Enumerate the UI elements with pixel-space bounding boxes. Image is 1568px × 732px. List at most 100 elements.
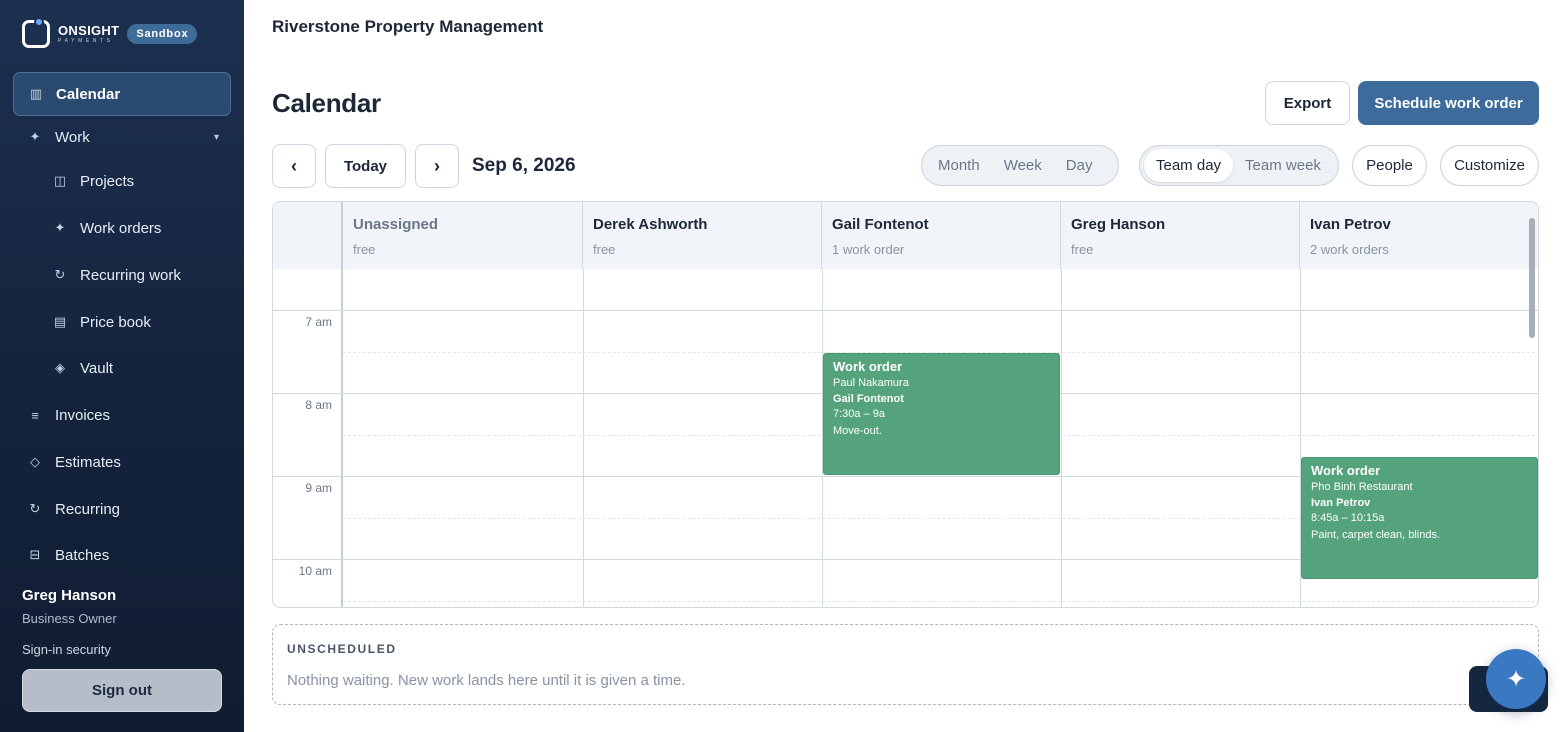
sign-in-security-link[interactable]: Sign-in security xyxy=(22,642,111,657)
view-team-week[interactable]: Team week xyxy=(1233,149,1333,182)
user-role: Business Owner xyxy=(22,611,117,626)
column-divider xyxy=(583,269,584,607)
column-header-gail-fontenot: Gail Fontenot 1 work order xyxy=(822,202,1061,269)
unscheduled-title: UNSCHEDULED xyxy=(287,642,397,656)
brand-sub: PAYMENTS xyxy=(58,38,114,44)
work-order-event[interactable]: Work order Paul Nakamura Gail Fontenot 7… xyxy=(823,353,1060,475)
team-view-switcher: Team day Team week xyxy=(1139,145,1339,186)
sidebar-item-label: Work orders xyxy=(80,219,162,237)
brand-text: ONSIGHT PAYMENTS xyxy=(58,24,119,44)
brand-name: ONSIGHT xyxy=(58,23,120,38)
hour-label: 9 am xyxy=(305,481,332,495)
current-date: Sep 6, 2026 xyxy=(472,155,576,176)
event-title: Work order xyxy=(833,359,903,374)
sidebar-item-label: Vault xyxy=(80,359,114,377)
view-day[interactable]: Day xyxy=(1054,149,1105,182)
time-gutter-header xyxy=(273,202,343,269)
batch-icon: ⊟ xyxy=(29,547,41,562)
sign-out-button[interactable]: Sign out xyxy=(22,669,222,712)
calendar-scrollbar[interactable] xyxy=(1529,218,1535,338)
refresh-icon: ↻ xyxy=(29,501,41,516)
hour-label: 7 am xyxy=(305,315,332,329)
view-month[interactable]: Month xyxy=(926,149,992,182)
column-name: Gail Fontenot xyxy=(832,216,929,233)
sidebar-item-invoices[interactable]: ≡ Invoices xyxy=(13,393,231,437)
event-assignee: Ivan Petrov xyxy=(1311,497,1371,509)
today-button[interactable]: Today xyxy=(325,144,406,188)
list-icon: ▤ xyxy=(53,314,67,329)
sidebar: ONSIGHT PAYMENTS Sandbox ▥ Calendar ✦ Wo… xyxy=(0,0,244,732)
sidebar-item-batches[interactable]: ⊟ Batches xyxy=(13,533,231,577)
user-name: Greg Hanson xyxy=(22,587,117,604)
event-note: Paint, carpet clean, blinds. xyxy=(1311,529,1441,541)
column-status: free xyxy=(593,242,616,257)
column-header-derek-ashworth: Derek Ashworth free xyxy=(583,202,822,269)
time-gutter: 7 am 8 am 9 am 10 am xyxy=(273,269,343,607)
export-button[interactable]: Export xyxy=(1265,81,1350,125)
event-assignee: Gail Fontenot xyxy=(833,393,904,405)
customize-button[interactable]: Customize xyxy=(1440,145,1539,186)
column-name: Greg Hanson xyxy=(1071,216,1166,233)
diamond-outline-icon: ◇ xyxy=(30,454,40,469)
sidebar-item-projects[interactable]: ◫ Projects xyxy=(38,159,231,203)
sidebar-item-vault[interactable]: ◈ Vault xyxy=(38,346,231,390)
diamond-icon: ◈ xyxy=(55,360,65,375)
sidebar-item-calendar[interactable]: ▥ Calendar xyxy=(13,72,231,116)
unscheduled-message: Nothing waiting. New work lands here unt… xyxy=(287,672,686,689)
calendar-icon: ▥ xyxy=(29,86,43,101)
event-customer: Pho Binh Restaurant xyxy=(1311,481,1413,493)
sidebar-item-label: Recurring work xyxy=(80,266,181,284)
sidebar-item-estimates[interactable]: ◇ Estimates xyxy=(13,440,231,484)
people-button[interactable]: People xyxy=(1352,145,1427,186)
chevron-down-icon: ▾ xyxy=(213,131,219,143)
column-name: Unassigned xyxy=(353,216,439,233)
refresh-icon: ↻ xyxy=(54,267,66,282)
sidebar-item-label: Batches xyxy=(55,546,110,564)
column-name: Derek Ashworth xyxy=(593,216,708,233)
column-divider xyxy=(1061,269,1062,607)
column-header-unassigned: Unassigned free xyxy=(343,202,583,269)
sidebar-item-label: Recurring xyxy=(55,500,121,518)
column-status: 1 work order xyxy=(832,242,905,257)
sidebar-item-label: Invoices xyxy=(55,406,111,424)
column-header-greg-hanson: Greg Hanson free xyxy=(1061,202,1300,269)
unscheduled-dropzone[interactable]: UNSCHEDULED Nothing waiting. New work la… xyxy=(272,624,1539,705)
hour-label: 8 am xyxy=(305,398,332,412)
sidebar-item-label: Estimates xyxy=(55,453,121,471)
event-time: 8:45a – 10:15a xyxy=(1311,512,1385,524)
sparkle-icon: ✦ xyxy=(29,129,41,144)
work-order-event[interactable]: Work order Pho Binh Restaurant Ivan Petr… xyxy=(1301,457,1538,579)
environment-badge: Sandbox xyxy=(127,24,198,44)
event-time: 7:30a – 9a xyxy=(833,408,885,420)
projects-icon: ◫ xyxy=(53,173,67,188)
schedule-work-order-button[interactable]: Schedule work order xyxy=(1358,81,1539,125)
sidebar-item-label: Projects xyxy=(80,172,135,190)
sidebar-item-price-book[interactable]: ▤ Price book xyxy=(38,300,231,344)
page-title: Calendar xyxy=(272,88,381,118)
lines-icon: ≡ xyxy=(31,407,39,423)
previous-day-button[interactable]: ‹ xyxy=(272,144,316,188)
sidebar-item-label: Calendar xyxy=(56,85,121,103)
sidebar-item-work[interactable]: ✦ Work ▾ xyxy=(13,115,231,159)
calendar-body[interactable]: 7 am 8 am 9 am 10 am Work order Paul Nak… xyxy=(273,269,1538,607)
sidebar-item-label: Work xyxy=(55,128,90,146)
event-note: Move-out. xyxy=(833,425,882,437)
sparkle-icon: ✦ xyxy=(54,220,66,235)
team-day-calendar: Unassigned free Derek Ashworth free Gail… xyxy=(272,201,1539,608)
view-team-day[interactable]: Team day xyxy=(1144,149,1234,182)
hour-label: 10 am xyxy=(298,564,332,578)
sidebar-item-recurring-work[interactable]: ↻ Recurring work xyxy=(38,253,231,297)
sidebar-item-work-orders[interactable]: ✦ Work orders xyxy=(38,206,231,250)
column-status: 2 work orders xyxy=(1310,242,1389,257)
assistant-sparkle-button[interactable]: ✦ xyxy=(1486,649,1546,709)
sidebar-item-recurring[interactable]: ↻ Recurring xyxy=(13,487,231,531)
column-name: Ivan Petrov xyxy=(1310,216,1391,233)
event-title: Work order xyxy=(1311,463,1381,478)
column-header-ivan-petrov: Ivan Petrov 2 work orders xyxy=(1300,202,1538,269)
view-week[interactable]: Week xyxy=(992,149,1054,182)
organization-name: Riverstone Property Management xyxy=(272,17,544,36)
sidebar-item-label: Price book xyxy=(80,313,151,331)
half-hour-line xyxy=(343,601,1538,602)
next-day-button[interactable]: › xyxy=(415,144,459,188)
hour-line xyxy=(273,310,1538,311)
